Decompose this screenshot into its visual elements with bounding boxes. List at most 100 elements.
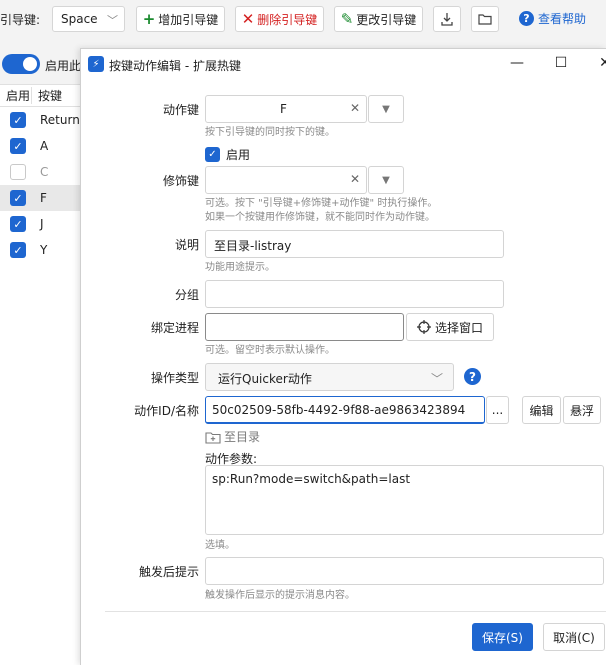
clear-icon[interactable]: ✕ <box>350 172 360 186</box>
folder-add-icon <box>205 431 221 444</box>
checkbox-checked[interactable]: ✓ <box>10 242 26 258</box>
action-params-value: sp:Run?mode=switch&path=last <box>212 472 411 486</box>
modifier-input[interactable]: ✕ <box>205 166 367 194</box>
list-item-key: Y <box>40 243 48 257</box>
list-item[interactable]: ✓ A <box>0 133 80 159</box>
list-item[interactable]: ✓ Return <box>0 107 80 133</box>
delete-x-icon: ✕ <box>241 10 255 28</box>
pencil-icon: ✎ <box>340 10 354 28</box>
enabled-label: 启用 <box>226 148 251 162</box>
select-window-label: 选择窗口 <box>434 320 483 335</box>
delete-trigger-button[interactable]: ✕ 删除引导键 <box>235 6 324 32</box>
action-key-dropdown-button[interactable]: ▼ <box>368 95 404 123</box>
description-input[interactable]: 至目录-listray <box>205 230 504 258</box>
checkbox-checked[interactable]: ✓ <box>10 216 26 232</box>
import-icon <box>441 13 453 26</box>
operation-type-label: 操作类型 <box>150 371 199 385</box>
description-hint: 功能用途提示。 <box>205 262 275 273</box>
action-key-value: F <box>280 102 287 116</box>
action-key-hint: 按下引导键的同时按下的键。 <box>205 127 335 138</box>
list-item-key: F <box>40 191 47 205</box>
import-button[interactable] <box>433 6 461 32</box>
checkbox-checked[interactable]: ✓ <box>10 112 26 128</box>
float-label: 悬浮 <box>569 403 594 418</box>
group-label: 分组 <box>174 288 199 302</box>
browse-action-button[interactable]: ... <box>486 396 509 424</box>
list-item-key: Return <box>40 113 80 127</box>
key-list: 启用 按键 ✓ Return ✓ A C ✓ F ✓ J ✓ Y <box>0 84 80 665</box>
chevron-down-icon: ﹀ <box>430 372 443 386</box>
modifier-hint-1: 可选。按下 "引导键+修饰键+动作键" 时执行操作。 <box>205 198 438 209</box>
process-input[interactable] <box>205 313 404 341</box>
action-params-textarea[interactable]: sp:Run?mode=switch&path=last <box>205 465 604 535</box>
action-id-input[interactable]: 50c02509-58fb-4492-9f88-ae9863423894 <box>205 396 485 424</box>
help-link[interactable]: ? 查看帮助 <box>519 10 586 27</box>
group-input[interactable] <box>205 280 504 308</box>
add-trigger-label: 增加引导键 <box>158 12 219 27</box>
action-id-value: 50c02509-58fb-4492-9f88-ae9863423894 <box>212 403 466 417</box>
main-toolbar: 引导键: Space ﹀ + 增加引导键 ✕ 删除引导键 ✎ 更改引导键 ? 查… <box>0 0 606 38</box>
help-label: 查看帮助 <box>538 12 587 26</box>
checkbox-checked[interactable]: ✓ <box>10 190 26 206</box>
delete-trigger-label: 删除引导键 <box>257 12 318 27</box>
ellipsis-label: ... <box>491 403 504 417</box>
list-item[interactable]: ✓ J <box>0 211 80 237</box>
description-value: 至目录-listray <box>214 239 292 253</box>
after-trigger-input[interactable] <box>205 557 604 585</box>
description-label: 说明 <box>174 238 199 252</box>
process-label: 绑定进程 <box>150 321 199 335</box>
dialog-titlebar[interactable]: ⚡ 按键动作编辑 - 扩展热键 — ☐ ✕ <box>81 49 606 79</box>
toggle-knob <box>23 57 37 71</box>
enable-toggle[interactable] <box>2 54 40 74</box>
dialog-title: 按键动作编辑 - 扩展热键 <box>109 59 241 73</box>
column-header-key: 按键 <box>38 89 63 103</box>
list-item-key: J <box>40 217 44 231</box>
operation-type-select[interactable]: 运行Quicker动作 ﹀ <box>205 363 454 391</box>
cancel-button[interactable]: 取消(C) <box>543 623 605 651</box>
after-trigger-hint: 触发操作后显示的提示消息内容。 <box>205 590 355 601</box>
save-button[interactable]: 保存(S) <box>472 623 533 651</box>
edit-action-label: 编辑 <box>529 403 554 418</box>
maximize-button[interactable]: ☐ <box>551 53 571 73</box>
save-label: 保存(S) <box>482 630 523 645</box>
enable-toggle-label: 启用此 <box>45 59 82 73</box>
list-item[interactable]: C <box>0 159 80 185</box>
to-directory-link[interactable]: 至目录 <box>205 428 260 445</box>
action-id-label: 动作ID/名称 <box>134 404 199 418</box>
triangle-down-icon: ▼ <box>382 103 390 115</box>
action-key-label: 动作键 <box>162 103 199 117</box>
minimize-button[interactable]: — <box>507 53 527 73</box>
help-question-icon[interactable]: ? <box>464 368 481 385</box>
key-action-dialog: ⚡ 按键动作编辑 - 扩展热键 — ☐ ✕ 动作键 F ✕ ▼ 按下引导键的同时… <box>80 48 606 665</box>
checkbox-checked[interactable]: ✓ <box>10 138 26 154</box>
list-item-key: C <box>40 165 49 179</box>
close-button[interactable]: ✕ <box>595 53 606 73</box>
list-item-selected[interactable]: ✓ F <box>0 185 80 211</box>
trigger-key-value: Space <box>61 12 98 26</box>
plus-icon: + <box>142 10 156 28</box>
list-item[interactable]: ✓ Y <box>0 237 80 263</box>
edit-trigger-label: 更改引导键 <box>356 12 417 27</box>
modifier-dropdown-button[interactable]: ▼ <box>368 166 404 194</box>
action-key-input[interactable]: F ✕ <box>205 95 367 123</box>
to-directory-label: 至目录 <box>224 430 261 444</box>
modifier-hint-2: 如果一个按键用作修饰键，就不能同时作为动作键。 <box>205 212 435 223</box>
trigger-key-label: 引导键: <box>0 13 41 27</box>
add-trigger-button[interactable]: + 增加引导键 <box>136 6 225 32</box>
enabled-checkbox-row[interactable]: ✓ 启用 <box>205 146 250 163</box>
checkbox-unchecked[interactable] <box>10 164 26 180</box>
open-folder-button[interactable] <box>471 6 499 32</box>
float-button[interactable]: 悬浮 <box>563 396 601 424</box>
edit-action-button[interactable]: 编辑 <box>522 396 561 424</box>
edit-trigger-button[interactable]: ✎ 更改引导键 <box>334 6 423 32</box>
triangle-down-icon: ▼ <box>382 174 390 186</box>
after-trigger-label: 触发后提示 <box>138 565 199 579</box>
list-item-key: A <box>40 139 49 153</box>
select-window-button[interactable]: 选择窗口 <box>406 313 494 341</box>
trigger-key-select[interactable]: Space ﹀ <box>52 6 125 32</box>
clear-icon[interactable]: ✕ <box>350 101 360 115</box>
enabled-checkbox[interactable]: ✓ <box>205 147 220 162</box>
modifier-label: 修饰键 <box>162 174 199 188</box>
chevron-down-icon: ﹀ <box>107 14 118 27</box>
operation-type-value: 运行Quicker动作 <box>218 372 312 386</box>
